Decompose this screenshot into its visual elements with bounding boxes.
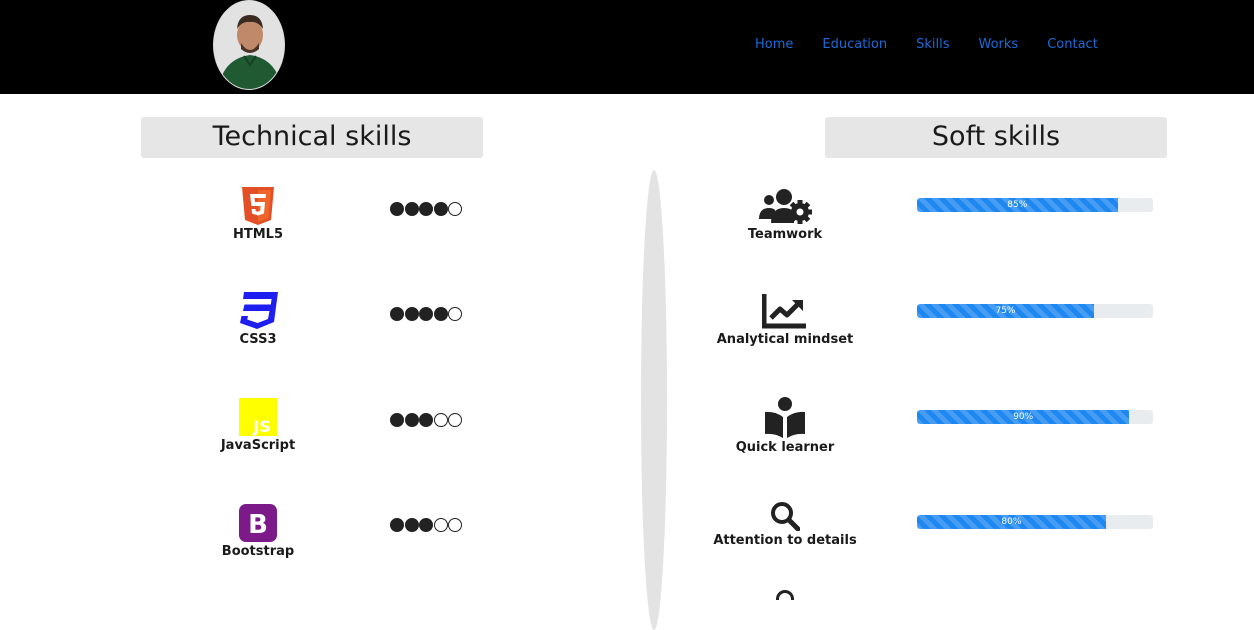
rating-dot-filled	[404, 307, 419, 321]
rating-css3	[390, 307, 463, 321]
skill-label: HTML5	[232, 227, 283, 242]
rating-javascript	[390, 413, 463, 427]
bootstrap-icon: B	[239, 504, 277, 542]
skill-html5: HTML5	[178, 187, 338, 242]
soft-skill-label: Analytical mindset	[716, 332, 854, 347]
main-nav: Home Education Skills Works Contact	[755, 37, 1127, 52]
progress-fill: 80%	[917, 515, 1106, 529]
progress-analytical: 75%	[917, 304, 1153, 318]
javascript-icon: JS	[239, 398, 277, 436]
users-gear-icon	[759, 189, 812, 224]
svg-text:B: B	[248, 510, 268, 540]
rating-dot-filled	[419, 518, 433, 532]
soft-skill-teamwork: Teamwork	[705, 187, 865, 242]
rating-dot-filled	[419, 413, 433, 427]
rating-dot-filled	[404, 202, 419, 216]
technical-skills-heading: Technical skills	[141, 117, 483, 158]
partial-icon	[776, 590, 794, 600]
progress-attention: 80%	[917, 515, 1153, 529]
rating-dot-filled	[433, 202, 448, 216]
rating-html5	[390, 202, 463, 216]
soft-skill-label: Attention to details	[713, 533, 857, 548]
rating-dot-filled	[404, 518, 419, 532]
rating-dot-empty	[448, 413, 462, 427]
skill-css3: CSS3	[178, 292, 338, 347]
progress-quick-learner: 90%	[917, 410, 1153, 424]
nav-education-link[interactable]: Education	[822, 37, 887, 52]
rating-dot-filled	[404, 413, 419, 427]
soft-skills-heading: Soft skills	[825, 117, 1167, 158]
rating-dot-empty	[448, 202, 462, 216]
soft-skill-label: Teamwork	[747, 227, 823, 242]
soft-skill-label: Quick learner	[735, 440, 835, 455]
rating-dot-filled	[390, 307, 404, 321]
css3-icon	[240, 292, 278, 329]
skill-label: Bootstrap	[221, 544, 295, 559]
rating-dot-filled	[419, 307, 433, 321]
rating-dot-empty	[448, 307, 462, 321]
header-bar: Home Education Skills Works Contact	[0, 0, 1254, 94]
nav-works-link[interactable]: Works	[979, 37, 1019, 52]
nav-contact-link[interactable]: Contact	[1047, 37, 1098, 52]
rating-dot-empty	[433, 413, 448, 427]
rating-dot-filled	[419, 202, 433, 216]
rating-bootstrap	[390, 518, 463, 532]
chart-line-icon	[762, 294, 806, 329]
rating-dot-filled	[390, 413, 404, 427]
soft-skill-attention: Attention to details	[705, 501, 865, 548]
progress-fill: 85%	[917, 198, 1118, 212]
skill-javascript: JS JavaScript	[178, 398, 338, 453]
search-icon	[771, 502, 800, 531]
soft-skill-analytical: Analytical mindset	[705, 292, 865, 347]
rating-dot-filled	[433, 307, 448, 321]
section-divider	[641, 170, 667, 630]
progress-fill: 75%	[917, 304, 1094, 318]
html5-icon	[242, 187, 274, 225]
profile-avatar	[213, 0, 285, 90]
rating-dot-filled	[390, 202, 404, 216]
rating-dot-empty	[433, 518, 448, 532]
progress-teamwork: 85%	[917, 198, 1153, 212]
book-reader-icon	[765, 397, 805, 438]
progress-fill: 90%	[917, 410, 1130, 424]
rating-dot-empty	[448, 518, 462, 532]
soft-skill-quick-learner: Quick learner	[705, 396, 865, 455]
skill-bootstrap: B Bootstrap	[178, 504, 338, 559]
svg-text:JS: JS	[252, 417, 270, 436]
skill-label: JavaScript	[220, 438, 296, 453]
nav-skills-link[interactable]: Skills	[916, 37, 949, 52]
skill-label: CSS3	[239, 332, 277, 347]
rating-dot-filled	[390, 518, 404, 532]
nav-home-link[interactable]: Home	[755, 37, 793, 52]
